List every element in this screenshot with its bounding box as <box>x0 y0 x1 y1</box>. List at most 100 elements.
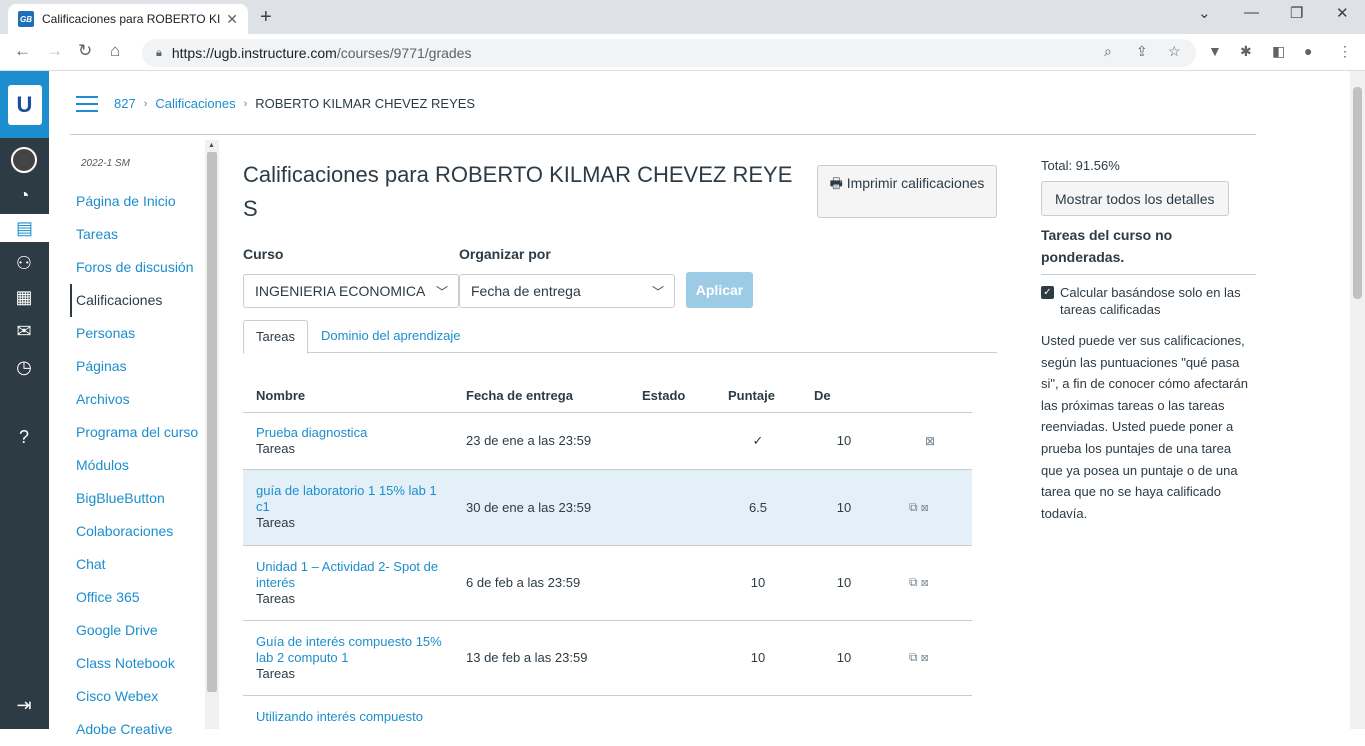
course-nav-item[interactable]: Tareas <box>70 218 206 251</box>
column-header: De <box>801 380 887 413</box>
forward-icon[interactable]: → <box>46 41 63 61</box>
chevron-right-icon: › <box>243 97 248 110</box>
table-row: Guía de interés compuesto 15% lab 2 comp… <box>243 620 972 696</box>
course-menu-toggle-icon[interactable] <box>76 96 98 117</box>
score[interactable]: 10 <box>715 545 801 621</box>
rubric-icon[interactable]: ⊠ <box>921 575 929 589</box>
comments-icon[interactable]: ⧉ <box>909 650 918 664</box>
browser-menu-icon[interactable]: ⋮ <box>1338 43 1352 60</box>
comments-icon[interactable]: ⧉ <box>909 500 918 514</box>
course-nav-item[interactable]: Página de Inicio <box>70 185 206 218</box>
breadcrumb-course[interactable]: 827 <box>114 96 136 111</box>
checkbox-checked-icon[interactable]: ✓ <box>1041 286 1054 299</box>
courses-icon[interactable]: ▤ <box>0 214 49 242</box>
assignment-link[interactable]: Prueba diagnostica <box>256 425 453 441</box>
reload-icon[interactable]: ↻ <box>78 41 92 61</box>
course-nav-item-active[interactable]: Calificaciones <box>70 284 206 317</box>
calendar-icon[interactable]: ▦ <box>10 283 38 311</box>
course-nav-item[interactable]: Módulos <box>70 449 206 482</box>
grade-summary-sidebar: Total: 91.56% Mostrar todos los detalles… <box>1041 158 1256 524</box>
url-path: /courses/9771/grades <box>336 45 472 61</box>
course-nav-item[interactable]: Chat <box>70 548 206 581</box>
assignment-link[interactable]: Guía de interés compuesto 15% lab 2 comp… <box>256 634 453 666</box>
course-nav: 2022-1 SM Página de Inicio Tareas Foros … <box>70 150 206 746</box>
assignment-category: Tareas <box>256 440 296 456</box>
course-nav-item[interactable]: Adobe Creative <box>70 713 206 746</box>
breadcrumb-grades[interactable]: Calificaciones <box>155 96 235 111</box>
column-header: Estado <box>629 380 715 413</box>
course-nav-item[interactable]: BigBlueButton <box>70 482 206 515</box>
back-icon[interactable]: ← <box>14 41 31 61</box>
page-scrollbar[interactable] <box>1350 71 1365 729</box>
help-icon[interactable]: ? <box>10 423 38 451</box>
apply-button[interactable]: Aplicar <box>686 272 753 308</box>
assignment-link[interactable]: Unidad 1 – Actividad 2- Spot de interés <box>256 559 453 591</box>
assignment-link[interactable]: Utilizando interés compuesto <box>256 709 453 725</box>
new-tab-icon[interactable]: + <box>260 6 272 29</box>
profile-avatar-icon[interactable]: ● <box>1304 43 1312 59</box>
inbox-icon[interactable]: ✉ <box>10 317 38 345</box>
extensions-puzzle-icon[interactable]: ✱ <box>1240 43 1252 60</box>
status <box>629 620 715 696</box>
maximize-icon[interactable]: ❐ <box>1290 4 1303 22</box>
assignment-link[interactable]: guía de laboratorio 1 15% lab 1 c1 <box>256 483 453 515</box>
course-nav-item[interactable]: Google Drive <box>70 614 206 647</box>
tab-assignments[interactable]: Tareas <box>243 320 309 354</box>
rubric-icon[interactable]: ⊠ <box>921 650 929 664</box>
dashboard-icon[interactable]: ◔ <box>10 181 38 209</box>
course-nav-item[interactable]: Cisco Webex <box>70 680 206 713</box>
collapse-nav-icon[interactable]: ⇥ <box>10 691 38 719</box>
address-bar[interactable]: 🔒︎ https://ugb.instructure.com/courses/9… <box>142 39 1196 67</box>
course-nav-item[interactable]: Archivos <box>70 383 206 416</box>
comments-icon[interactable]: ⧉ <box>909 575 918 589</box>
minimize-icon[interactable]: — <box>1244 4 1259 21</box>
total-grade: Total: 91.56% <box>1041 158 1120 173</box>
chevron-down-icon: ﹀ <box>651 285 664 299</box>
extension-v-icon[interactable]: ▼ <box>1208 43 1222 59</box>
zoom-icon[interactable]: ⌕ <box>1104 43 1112 60</box>
school-logo[interactable]: U <box>0 71 49 138</box>
grade-tabs: Tareas Dominio del aprendizaje <box>243 320 997 354</box>
groups-icon[interactable]: ⚇ <box>10 249 38 277</box>
chevron-down-icon: ﹀ <box>435 285 448 299</box>
close-tab-icon[interactable]: ✕ <box>226 11 238 28</box>
graded-only-checkbox[interactable]: ✓ Calcular basándose solo en las tareas … <box>1041 284 1256 318</box>
course-nav-item[interactable]: Class Notebook <box>70 647 206 680</box>
browser-tab[interactable]: GB Calificaciones para ROBERTO KILI ✕ <box>8 4 248 34</box>
course-nav-item[interactable]: Office 365 <box>70 581 206 614</box>
column-header: Fecha de entrega <box>453 380 629 413</box>
course-nav-item[interactable]: Personas <box>70 317 206 350</box>
print-grades-button[interactable]: 🖶︎ Imprimir calificaciones <box>817 165 997 218</box>
header-divider <box>70 134 1256 135</box>
rubric-icon[interactable]: ⊠ <box>925 434 935 448</box>
course-select[interactable]: INGENIERIA ECONOMICA ﹀ <box>243 274 459 308</box>
table-row: Utilizando interés compuesto <box>243 695 972 735</box>
scrollbar-thumb[interactable] <box>207 152 217 692</box>
side-panel-icon[interactable]: ◧ <box>1272 43 1285 60</box>
home-icon[interactable]: ⌂ <box>110 41 120 61</box>
course-nav-item[interactable]: Colaboraciones <box>70 515 206 548</box>
sort-select[interactable]: Fecha de entrega ﹀ <box>459 274 675 308</box>
tab-mastery[interactable]: Dominio del aprendizaje <box>309 320 472 354</box>
score[interactable]: ✓ <box>715 412 801 470</box>
course-nav-scrollbar[interactable]: ▲ <box>205 140 219 729</box>
history-icon[interactable]: ◷ <box>10 353 38 381</box>
table-row: Prueba diagnostica Tareas 23 de ene a las… <box>243 412 972 470</box>
tab-title: Calificaciones para ROBERTO KILI <box>42 12 221 26</box>
score[interactable]: 6.5 <box>715 469 801 546</box>
score[interactable]: 10 <box>715 620 801 696</box>
course-nav-item[interactable]: Páginas <box>70 350 206 383</box>
share-icon[interactable]: ⇪ <box>1136 43 1148 60</box>
scroll-up-icon[interactable]: ▲ <box>208 142 215 149</box>
tab-search-icon[interactable]: ⌄ <box>1198 4 1211 22</box>
page-scrollbar-thumb[interactable] <box>1353 87 1362 299</box>
course-nav-item[interactable]: Foros de discusión <box>70 251 206 284</box>
close-window-icon[interactable]: ✕ <box>1336 4 1349 22</box>
bookmark-star-icon[interactable]: ☆ <box>1168 43 1181 60</box>
rubric-icon[interactable]: ⊠ <box>921 500 929 514</box>
show-all-details-button[interactable]: Mostrar todos los detalles <box>1041 181 1229 216</box>
account-avatar[interactable] <box>10 146 38 174</box>
course-select-value: INGENIERIA ECONOMICA <box>255 283 426 299</box>
status <box>629 412 715 470</box>
course-nav-item[interactable]: Programa del curso <box>70 416 206 449</box>
